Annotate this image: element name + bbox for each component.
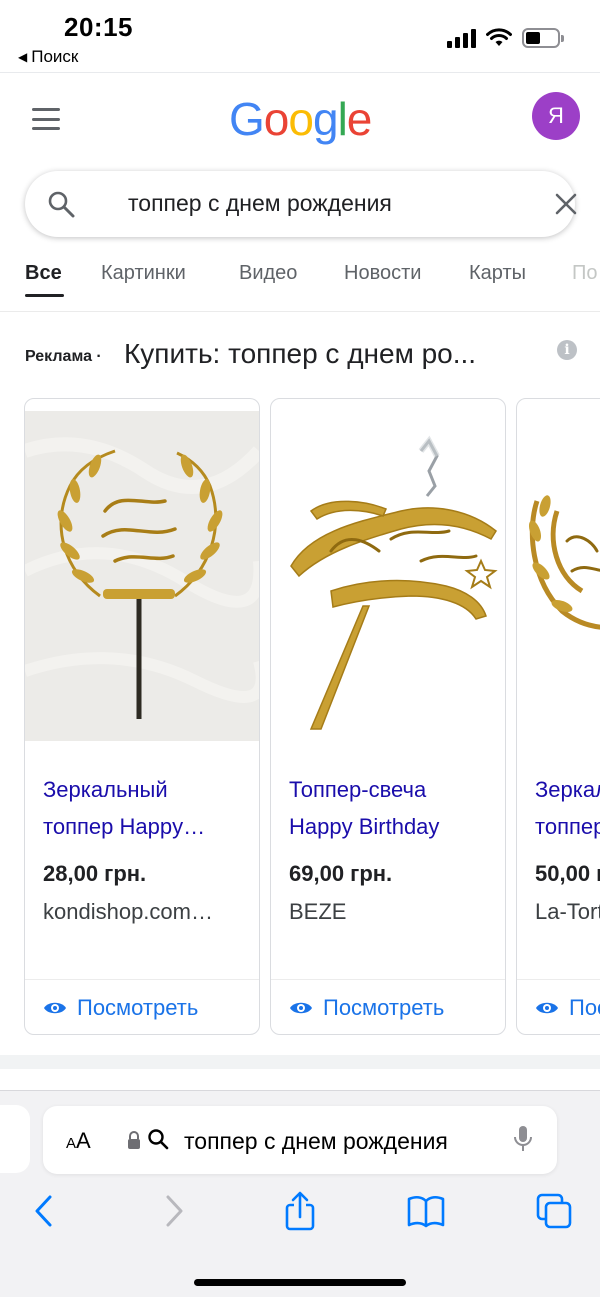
status-bar: 20:15 ◀ Поиск [0, 0, 600, 72]
product-title-line[interactable]: Зеркальный [43, 771, 253, 808]
product-carousel[interactable]: Зеркальный топпер Happy… 28,00 грн. kond… [0, 398, 600, 1038]
section-separator [0, 1055, 600, 1069]
product-price: 69,00 грн. [289, 861, 393, 886]
product-price: 28,00 грн. [43, 861, 147, 886]
tab-video[interactable]: Видео [239, 262, 297, 285]
product-title[interactable]: Зеркальный топпер [535, 771, 600, 845]
tabs-divider [0, 311, 600, 312]
status-divider [0, 72, 600, 73]
battery-icon [522, 28, 564, 48]
address-bar[interactable]: AA топпер с днем рождения [43, 1106, 557, 1174]
search-query-text[interactable]: топпер с днем рождения [128, 190, 392, 217]
logo-letter: l [337, 93, 348, 145]
share-icon[interactable] [280, 1191, 320, 1231]
product-seller: BEZE [289, 899, 347, 924]
active-tab-indicator [25, 294, 64, 297]
wifi-icon [486, 28, 512, 46]
view-button-label[interactable]: Посмотреть [77, 995, 198, 1021]
lock-icon [128, 1131, 140, 1149]
search-icon[interactable] [47, 190, 75, 218]
search-icon [148, 1129, 169, 1150]
logo-letter: G [229, 93, 265, 145]
search-tabs: Все Картинки Видео Новости Карты По [0, 262, 600, 312]
home-indicator[interactable] [194, 1279, 406, 1286]
microphone-icon[interactable] [513, 1124, 533, 1154]
logo-letter: o [263, 93, 290, 145]
eye-icon [536, 1002, 558, 1014]
tab-more[interactable]: По [572, 262, 598, 285]
previous-tab-preview[interactable] [0, 1105, 30, 1173]
logo-letter: g [312, 93, 339, 145]
product-title-line[interactable]: топпер Happy… [43, 808, 253, 845]
address-text[interactable]: топпер с днем рождения [184, 1128, 490, 1155]
product-price: 50,00 грн. [535, 861, 600, 886]
back-icon[interactable] [24, 1191, 64, 1231]
back-app-label: Поиск [31, 47, 79, 66]
product-title-line[interactable]: Happy Birthday [289, 808, 499, 845]
google-logo[interactable]: Google [229, 92, 373, 146]
view-button-label[interactable]: Посмотреть [569, 995, 600, 1021]
status-time: 20:15 [64, 12, 133, 42]
view-button[interactable]: Посмотреть [43, 995, 198, 1021]
ad-header: Реклама · Купить: топпер с днем ро... i [25, 338, 585, 378]
view-button-label[interactable]: Посмотреть [323, 995, 444, 1021]
bookmarks-icon[interactable] [406, 1191, 446, 1231]
view-button[interactable]: Посмотреть [289, 995, 444, 1021]
eye-icon [290, 1002, 312, 1014]
view-button[interactable]: Посмотреть [535, 995, 600, 1021]
card-divider [271, 979, 505, 980]
product-seller: La-Torta [535, 899, 600, 924]
eye-icon [44, 1002, 66, 1014]
product-card[interactable]: Зеркальный топпер Happy… 28,00 грн. kond… [24, 398, 260, 1035]
product-card[interactable]: Топпер-свеча Happy Birthday 69,00 грн. B… [270, 398, 506, 1035]
product-image[interactable] [25, 411, 259, 741]
back-to-app-link[interactable]: ◀ Поиск [18, 47, 78, 67]
tab-all[interactable]: Все [25, 262, 62, 285]
account-avatar[interactable]: Я [532, 92, 580, 140]
browser-toolbar [0, 1191, 600, 1251]
card-divider [517, 979, 600, 980]
tab-maps[interactable]: Карты [469, 262, 526, 285]
info-icon[interactable]: i [557, 340, 577, 360]
search-box[interactable]: топпер с днем рождения [25, 171, 577, 237]
clear-search-icon[interactable] [552, 190, 580, 218]
product-card[interactable]: Зеркальный топпер 50,00 грн. La-Torta По… [516, 398, 600, 1035]
logo-letter: e [346, 93, 373, 145]
reader-options-button[interactable]: AA [66, 1128, 91, 1154]
menu-icon[interactable] [32, 108, 60, 130]
ad-label: Реклама · [25, 348, 102, 365]
card-divider [25, 979, 259, 980]
product-seller: kondishop.com… [43, 899, 213, 924]
tab-images[interactable]: Картинки [101, 262, 186, 285]
logo-letter: o [288, 93, 314, 145]
product-title-line[interactable]: Топпер-свеча [289, 771, 499, 808]
product-image[interactable] [517, 411, 600, 741]
product-image[interactable] [271, 411, 505, 741]
tabs-icon[interactable] [534, 1191, 574, 1231]
product-title[interactable]: Топпер-свеча Happy Birthday [289, 771, 499, 845]
product-title-line[interactable]: топпер [535, 808, 600, 845]
cellular-signal-icon [447, 28, 476, 48]
product-title-line[interactable]: Зеркальный [535, 771, 600, 808]
aa-large: A [76, 1128, 91, 1153]
product-title[interactable]: Зеркальный топпер Happy… [43, 771, 253, 845]
aa-small: A [66, 1135, 77, 1152]
tab-news[interactable]: Новости [344, 262, 421, 285]
back-arrow-icon: ◀ [18, 50, 28, 64]
ad-title[interactable]: Купить: топпер с днем ро... [124, 338, 476, 370]
forward-icon[interactable] [154, 1191, 194, 1231]
status-icons [447, 28, 564, 48]
browser-bottom-bar: AA топпер с днем рождения [0, 1090, 600, 1297]
